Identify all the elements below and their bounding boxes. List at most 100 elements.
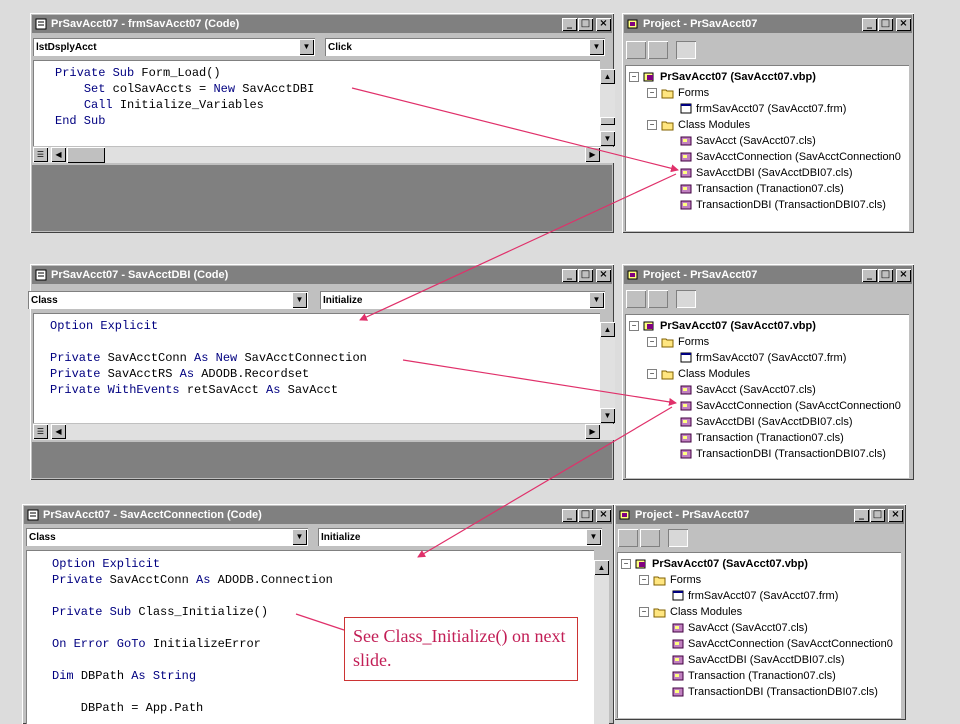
chevron-down-icon[interactable]: ▼ bbox=[589, 39, 604, 55]
tree-node[interactable]: frmSavAcct07 (SavAcct07.frm) bbox=[679, 101, 846, 117]
vertical-scrollbar[interactable]: ▲ ▼ bbox=[600, 69, 615, 146]
code-line[interactable]: End Sub bbox=[55, 113, 600, 129]
tree-node[interactable]: PrSavAcct07 (SavAcct07.vbp) bbox=[643, 318, 816, 334]
tree-node[interactable]: Transaction (Tranaction07.cls) bbox=[679, 181, 844, 197]
view-object-icon[interactable] bbox=[648, 41, 668, 59]
view-mode-icon[interactable]: ☰ bbox=[33, 424, 48, 439]
tree-node[interactable]: frmSavAcct07 (SavAcct07.frm) bbox=[671, 588, 838, 604]
expand-collapse-icon[interactable]: − bbox=[647, 337, 657, 347]
object-combo[interactable]: Class ▼ bbox=[28, 291, 308, 309]
expand-collapse-icon[interactable]: − bbox=[647, 120, 657, 130]
horizontal-scrollbar[interactable]: ☰ ◀ ▶ bbox=[33, 424, 615, 440]
code-line[interactable]: Option Explicit bbox=[50, 318, 600, 334]
procedure-combo[interactable]: Initialize ▼ bbox=[318, 528, 602, 546]
tree-node[interactable]: SavAcctConnection (SavAcctConnection0 bbox=[679, 149, 901, 165]
chevron-down-icon[interactable]: ▼ bbox=[292, 292, 307, 308]
scroll-thumb[interactable] bbox=[600, 117, 615, 125]
tree-node[interactable]: Class Modules bbox=[661, 117, 750, 133]
tree-node[interactable]: TransactionDBI (TransactionDBI07.cls) bbox=[671, 684, 878, 700]
expand-collapse-icon[interactable]: − bbox=[639, 575, 649, 585]
tree-node[interactable]: TransactionDBI (TransactionDBI07.cls) bbox=[679, 446, 886, 462]
tree-node[interactable]: TransactionDBI (TransactionDBI07.cls) bbox=[679, 197, 886, 213]
project-tree[interactable]: − PrSavAcct07 (SavAcct07.vbp) − Forms frmSav… bbox=[617, 552, 901, 718]
tree-node[interactable]: SavAcctDBI (SavAcctDBI07.cls) bbox=[679, 414, 853, 430]
tree-node[interactable]: Forms bbox=[653, 572, 701, 588]
scroll-thumb[interactable] bbox=[67, 147, 105, 163]
maximize-button[interactable]: □ bbox=[878, 269, 893, 282]
tree-node[interactable]: PrSavAcct07 (SavAcct07.vbp) bbox=[643, 69, 816, 85]
code-line[interactable]: DBPath = App.Path bbox=[52, 700, 594, 716]
view-object-icon[interactable] bbox=[640, 529, 660, 547]
procedure-combo[interactable]: Initialize ▼ bbox=[320, 291, 605, 309]
procedure-combo[interactable]: Click ▼ bbox=[325, 38, 605, 56]
minimize-button[interactable]: _ bbox=[854, 509, 869, 522]
title-bar[interactable]: PrSavAcct07 - SavAcctConnection (Code) bbox=[24, 506, 612, 524]
close-button[interactable]: × bbox=[596, 269, 611, 282]
view-code-icon[interactable] bbox=[618, 529, 638, 547]
tree-node[interactable]: frmSavAcct07 (SavAcct07.frm) bbox=[679, 350, 846, 366]
maximize-button[interactable]: □ bbox=[578, 509, 593, 522]
scroll-down-icon[interactable]: ▼ bbox=[600, 131, 615, 146]
minimize-button[interactable]: _ bbox=[862, 18, 877, 31]
view-object-icon[interactable] bbox=[648, 290, 668, 308]
close-button[interactable]: × bbox=[896, 18, 911, 31]
scroll-right-icon[interactable]: ▶ bbox=[585, 424, 600, 439]
vertical-scrollbar[interactable]: ▲ bbox=[594, 560, 609, 724]
close-button[interactable]: × bbox=[596, 509, 611, 522]
code-line[interactable] bbox=[52, 684, 594, 700]
expand-collapse-icon[interactable]: − bbox=[629, 72, 639, 82]
horizontal-scrollbar[interactable]: ☰ ◀ ▶ bbox=[33, 147, 615, 163]
toggle-folders-icon[interactable] bbox=[668, 529, 688, 547]
tree-node[interactable]: PrSavAcct07 (SavAcct07.vbp) bbox=[635, 556, 808, 572]
tree-node[interactable]: SavAcct (SavAcct07.cls) bbox=[671, 620, 808, 636]
tree-node[interactable]: SavAcctConnection (SavAcctConnection0 bbox=[671, 636, 893, 652]
code-line[interactable] bbox=[52, 588, 594, 604]
chevron-down-icon[interactable]: ▼ bbox=[589, 292, 604, 308]
object-combo[interactable]: Class ▼ bbox=[26, 528, 308, 546]
toggle-folders-icon[interactable] bbox=[676, 290, 696, 308]
tree-node[interactable]: Forms bbox=[661, 334, 709, 350]
close-button[interactable]: × bbox=[888, 509, 903, 522]
code-line[interactable]: Private Sub Form_Load() bbox=[55, 65, 600, 81]
tree-node[interactable]: Forms bbox=[661, 85, 709, 101]
project-tree[interactable]: − PrSavAcct07 (SavAcct07.vbp) − Forms frmSav… bbox=[625, 314, 909, 478]
toggle-folders-icon[interactable] bbox=[676, 41, 696, 59]
code-line[interactable] bbox=[50, 334, 600, 350]
view-mode-icon[interactable]: ☰ bbox=[33, 147, 48, 162]
vertical-scrollbar[interactable]: ▲ ▼ bbox=[600, 322, 615, 423]
chevron-down-icon[interactable]: ▼ bbox=[586, 529, 601, 545]
title-bar[interactable]: PrSavAcct07 - SavAcctDBI (Code) bbox=[32, 266, 612, 284]
minimize-button[interactable]: _ bbox=[562, 269, 577, 282]
chevron-down-icon[interactable]: ▼ bbox=[299, 39, 314, 55]
code-line[interactable]: Call Initialize_Variables bbox=[55, 97, 600, 113]
scroll-up-icon[interactable]: ▲ bbox=[600, 322, 615, 337]
expand-collapse-icon[interactable]: − bbox=[629, 321, 639, 331]
tree-node[interactable]: Class Modules bbox=[653, 604, 742, 620]
maximize-button[interactable]: □ bbox=[870, 509, 885, 522]
scroll-left-icon[interactable]: ◀ bbox=[51, 424, 66, 439]
tree-node[interactable]: SavAcctDBI (SavAcctDBI07.cls) bbox=[679, 165, 853, 181]
code-line[interactable]: Set colSavAccts = New SavAcctDBI bbox=[55, 81, 600, 97]
title-bar[interactable]: PrSavAcct07 - frmSavAcct07 (Code) bbox=[32, 15, 612, 33]
tree-node[interactable]: SavAcctConnection (SavAcctConnection0 bbox=[679, 398, 901, 414]
view-code-icon[interactable] bbox=[626, 41, 646, 59]
tree-node[interactable]: SavAcct (SavAcct07.cls) bbox=[679, 133, 816, 149]
scroll-up-icon[interactable]: ▲ bbox=[594, 560, 609, 575]
maximize-button[interactable]: □ bbox=[578, 18, 593, 31]
tree-node[interactable]: SavAcctDBI (SavAcctDBI07.cls) bbox=[671, 652, 845, 668]
close-button[interactable]: × bbox=[896, 269, 911, 282]
expand-collapse-icon[interactable]: − bbox=[647, 369, 657, 379]
maximize-button[interactable]: □ bbox=[578, 269, 593, 282]
scroll-down-icon[interactable]: ▼ bbox=[600, 408, 615, 423]
code-line[interactable]: Private SavAcctConn As New SavAcctConnec… bbox=[50, 350, 600, 366]
expand-collapse-icon[interactable]: − bbox=[621, 559, 631, 569]
tree-node[interactable]: Transaction (Tranaction07.cls) bbox=[671, 668, 836, 684]
code-line[interactable]: Option Explicit bbox=[52, 556, 594, 572]
code-line[interactable]: Private SavAcctConn As ADODB.Connection bbox=[52, 572, 594, 588]
close-button[interactable]: × bbox=[596, 18, 611, 31]
minimize-button[interactable]: _ bbox=[562, 509, 577, 522]
maximize-button[interactable]: □ bbox=[878, 18, 893, 31]
tree-node[interactable]: SavAcct (SavAcct07.cls) bbox=[679, 382, 816, 398]
minimize-button[interactable]: _ bbox=[862, 269, 877, 282]
expand-collapse-icon[interactable]: − bbox=[647, 88, 657, 98]
